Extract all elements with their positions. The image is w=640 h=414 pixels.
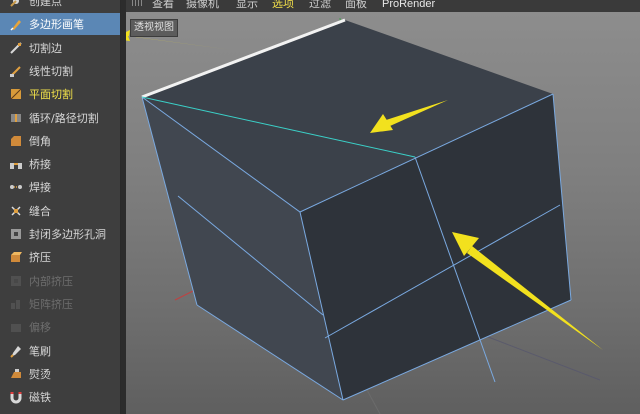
menu-view[interactable]: 查看 [152,0,174,11]
tool-label: 平面切割 [29,88,73,102]
perspective-viewport[interactable] [126,12,640,414]
plane-cut-icon [9,87,23,101]
tool-stitch[interactable]: 缝合 [0,200,120,222]
tool-line-cut[interactable]: 线性切割 [0,60,120,82]
weld-icon [9,180,23,194]
tool-label: 熨烫 [29,367,51,381]
bridge-icon [9,157,23,171]
tool-bevel[interactable]: 倒角 [0,130,120,152]
tool-iron[interactable]: 熨烫 [0,363,120,385]
tool-extrude-inner: 内部挤压 [0,270,120,292]
tool-label: 倒角 [29,134,51,148]
tool-label: 内部挤压 [29,274,73,288]
menu-options[interactable]: 选项 [272,0,294,11]
tool-weld[interactable]: 焊接 [0,176,120,198]
menu-display[interactable]: 显示 [236,0,258,11]
menu-prorender[interactable]: ProRender [382,0,435,11]
tool-label: 缝合 [29,204,51,218]
tool-label: 循环/路径切割 [29,111,99,125]
extrude-icon [9,250,23,264]
tool-matrix-extrude: 矩阵挤压 [0,293,120,315]
z-axis-line [469,329,601,381]
polygon-pen-icon [9,17,23,31]
tool-label: 挤压 [29,251,51,265]
stitch-icon [9,204,23,218]
tool-panel: 创建点多边形画笔切割边线性切割平面切割循环/路径切割 倒角桥接焊接缝合封闭多边形孔… [0,0,121,414]
tool-offset: 偏移 [0,316,120,338]
view-label: 透视视图 [130,19,178,37]
create-point-icon [9,0,23,8]
line-cut-icon [9,64,23,78]
tool-brush[interactable]: 笔刷 [0,340,120,362]
tool-label: 桥接 [29,158,51,172]
viewport-scene [126,17,603,414]
tool-label: 线性切割 [29,64,73,78]
tool-extrude[interactable]: 挤压 [0,246,120,268]
tool-knife-edge[interactable]: 切割边 [0,37,120,59]
knife-edge-icon [9,41,23,55]
menu-camera[interactable]: 摄像机 [186,0,219,11]
menu-panel[interactable]: 面板 [345,0,367,11]
tool-label: 焊接 [29,181,51,195]
tool-label: 偏移 [29,321,51,335]
bevel-icon [9,134,23,148]
offset-icon [9,320,23,334]
tool-label: 笔刷 [29,344,51,358]
tool-label: 矩阵挤压 [29,297,73,311]
loop-cut-icon [9,111,23,125]
tool-plane-cut[interactable]: 平面切割 [0,83,120,105]
tool-label: 切割边 [29,41,62,55]
close-hole-icon [9,227,23,241]
tool-label: 磁铁 [29,391,51,405]
iron-icon [9,367,23,381]
magnet-icon [9,390,23,404]
viewport-menubar: 查看 摄像机 显示 选项 过滤 面板 ProRender [126,0,640,12]
tool-loop-cut[interactable]: 循环/路径切割 [0,107,120,129]
tool-create-point[interactable]: 创建点 [0,0,120,12]
menubar-grip-icon [132,0,144,11]
tool-label: 多边形画笔 [29,18,84,32]
tool-close-hole[interactable]: 封闭多边形孔洞 [0,223,120,245]
menu-filter[interactable]: 过滤 [309,0,331,11]
tool-polygon-pen[interactable]: 多边形画笔 [0,13,120,36]
tool-bridge[interactable]: 桥接 [0,153,120,175]
tool-label: 封闭多边形孔洞 [29,228,106,241]
brush-icon [9,344,23,358]
tool-label: 创建点 [29,0,62,8]
extrude-inner-icon [9,274,23,288]
tool-magnet[interactable]: 磁铁 [0,386,120,408]
matrix-extrude-icon [9,297,23,311]
